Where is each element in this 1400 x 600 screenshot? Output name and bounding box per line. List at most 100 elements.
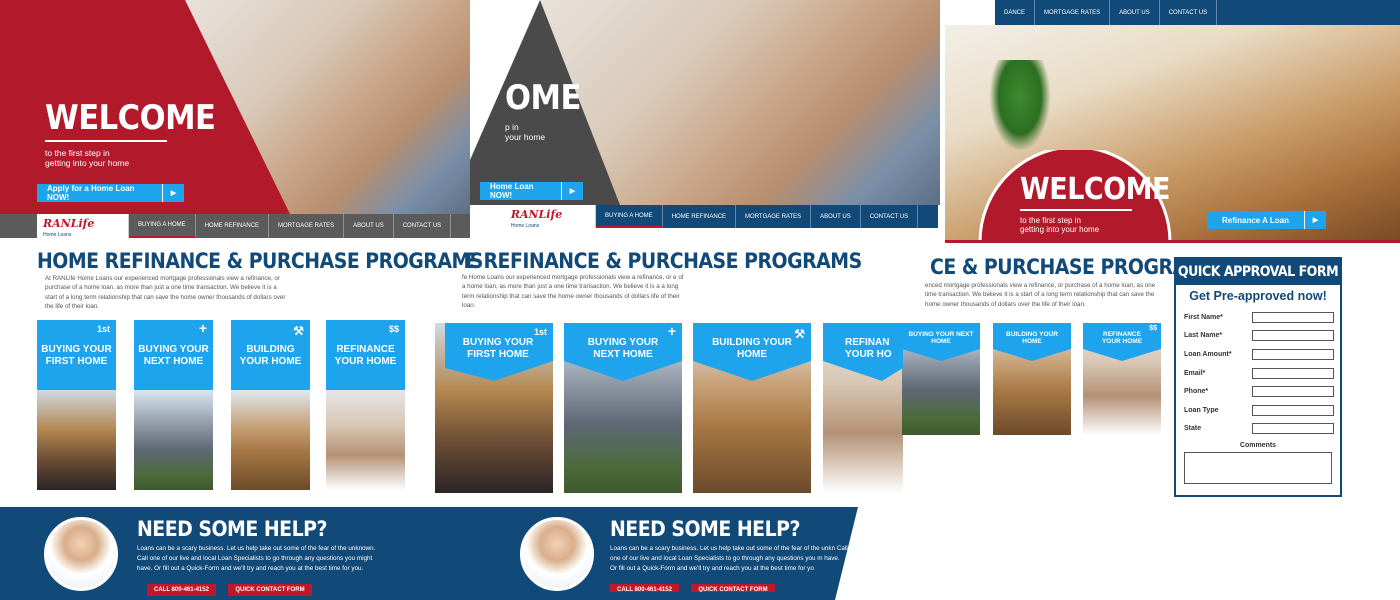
logo-text: RANLife — [510, 207, 563, 221]
card-building-3[interactable]: BUILDING YOUR HOME — [993, 323, 1071, 435]
hero-title: WELCOME — [45, 98, 216, 142]
nav-home-refinance[interactable]: HOME REFINANCE — [195, 214, 270, 238]
nav-mortgage-rates-2[interactable]: MORTGAGE RATES — [736, 205, 812, 228]
hero-tagline-2: getting into your home — [45, 158, 130, 168]
hero-red-rule-3 — [945, 240, 1400, 243]
loan-amount-input[interactable] — [1252, 348, 1334, 360]
card-first-home-2[interactable]: 1st BUYING YOUR FIRST HOME — [435, 323, 553, 493]
programs-intro-2: fe Home Loans our experienced mortgage p… — [462, 274, 684, 309]
card-first-home-1[interactable]: 1st BUYING YOUR FIRST HOME — [37, 320, 116, 490]
card-building-1[interactable]: ⚒ BUILDING YOUR HOME — [231, 320, 310, 490]
first-name-input[interactable] — [1252, 311, 1334, 323]
help-text: Loans can be a scary business. Let us he… — [137, 545, 376, 572]
hero-partial-block-2: OME p in your home — [505, 78, 581, 142]
card-label: BUILDING YOUR HOME — [239, 344, 302, 367]
card-photo — [134, 390, 213, 490]
main-nav-1: RANLife Home Loans BUYING A HOME HOME RE… — [0, 214, 470, 238]
card-refinance-3[interactable]: $$ REFINANCE YOUR HOME — [1083, 323, 1161, 435]
first-badge-icon: 1st — [96, 324, 110, 334]
programs-title-1: HOME REFINANCE & PURCHASE PROGRAMS — [37, 249, 483, 273]
email-label: Email* — [1184, 369, 1206, 377]
form-row-last-name: Last Name* — [1176, 327, 1340, 346]
agent-avatar — [44, 517, 118, 591]
card-label: REFINAN YOUR HO — [845, 337, 892, 360]
card-photo — [231, 390, 310, 490]
form-row-phone: Phone* — [1176, 382, 1340, 401]
card-building-2[interactable]: ⚒ BUILDING YOUR HOME — [693, 323, 811, 493]
card-photo — [37, 390, 116, 490]
nav-dance[interactable]: DANCE — [995, 0, 1036, 25]
loan-type-label: Loan Type — [1184, 406, 1219, 414]
apply-loan-button[interactable]: Apply for a Home Loan NOW! ▶ — [37, 184, 184, 202]
call-button-2[interactable]: CALL 800-461-4152 — [610, 584, 679, 592]
help-content-2: NEED SOME HELP? Loans can be a scary bus… — [610, 517, 848, 592]
card-label: BUILDING YOUR HOME — [712, 337, 792, 360]
comments-textarea[interactable] — [1184, 452, 1332, 485]
nav-contact-us[interactable]: CONTACT US — [393, 214, 452, 238]
card-refinance-2[interactable]: REFINAN YOUR HO — [823, 323, 903, 493]
arrow-right-icon: ▶ — [561, 182, 583, 200]
state-label: State — [1184, 425, 1202, 433]
nav-about-us-2[interactable]: ABOUT US — [811, 205, 861, 228]
refinance-loan-button[interactable]: Refinance A Loan ▶ — [1207, 211, 1326, 229]
loan-amount-label: Loan Amount* — [1184, 350, 1232, 358]
phone-input[interactable] — [1252, 386, 1334, 398]
form-title: QUICK APPROVAL FORM — [1176, 259, 1340, 285]
card-photo — [326, 390, 405, 490]
hero-tagline-1: to the first step in — [45, 148, 110, 158]
phone-label: Phone* — [1184, 388, 1209, 396]
card-label: BUYING YOUR NEXT HOME — [138, 344, 209, 367]
nav-contact-us-2[interactable]: CONTACT US — [861, 205, 919, 228]
state-select[interactable] — [1252, 423, 1334, 435]
nav-about-us-3[interactable]: ABOUT US — [1110, 0, 1160, 25]
logo-subtext: Home Loans — [510, 222, 540, 229]
hero-tagline-2-3: getting into your home — [1020, 225, 1100, 234]
card-label: REFINANCE YOUR HOME — [334, 344, 397, 367]
form-row-loan-type: Loan Type — [1176, 401, 1340, 420]
arrow-right-icon: ▶ — [1304, 211, 1326, 229]
form-subtitle: Get Pre-approved now! — [1189, 289, 1327, 303]
logo[interactable]: RANLife Home Loans — [37, 214, 129, 238]
loan-type-select[interactable] — [1252, 404, 1334, 416]
hero-tagline-1-3: to the first step in — [1020, 216, 1081, 225]
form-row-email: Email* — [1176, 364, 1340, 383]
hero-partial-title: OME — [505, 78, 581, 118]
quick-contact-button[interactable]: QUICK CONTACT FORM — [228, 584, 312, 597]
top-nav-3: DANCE MORTGAGE RATES ABOUT US CONTACT US — [995, 0, 1400, 25]
programs-intro-1: At RANLife Home Loans our experienced mo… — [45, 275, 286, 310]
card-next-home-3[interactable]: BUYING YOUR NEXT HOME — [902, 323, 980, 435]
agent-avatar-2 — [520, 517, 594, 591]
nav-home-refinance-2[interactable]: HOME REFINANCE — [663, 205, 737, 228]
logo-subtext: Home Loans — [43, 232, 72, 238]
refinance-loan-label: Refinance A Loan — [1222, 215, 1289, 225]
apply-loan-button-2[interactable]: Home Loan NOW! ▶ — [480, 182, 583, 200]
nav-mortgage-rates[interactable]: MORTGAGE RATES — [269, 214, 345, 238]
tools-icon: ⚒ — [293, 324, 304, 338]
apply-loan-label: Apply for a Home Loan NOW! — [47, 184, 135, 202]
hero-partial-tag-1: p in — [505, 122, 519, 132]
call-button[interactable]: CALL 800-461-4152 — [147, 584, 216, 597]
help-content-1: NEED SOME HELP? Loans can be a scary bus… — [137, 517, 387, 597]
email-input[interactable] — [1252, 367, 1334, 379]
card-next-home-2[interactable]: + BUYING YOUR NEXT HOME — [564, 323, 682, 493]
last-name-input[interactable] — [1252, 330, 1334, 342]
nav-about-us[interactable]: ABOUT US — [344, 214, 394, 238]
nav-mortgage-rates-3[interactable]: MORTGAGE RATES — [1035, 0, 1111, 25]
form-row-loan-amount: Loan Amount* — [1176, 345, 1340, 364]
apply-loan-label-2: Home Loan NOW! — [490, 182, 534, 200]
logo-text: RANLife — [43, 217, 95, 230]
form-row-first-name: First Name* — [1176, 308, 1340, 327]
nav-buying-home-2[interactable]: BUYING A HOME — [596, 205, 663, 228]
nav-contact-us-3[interactable]: CONTACT US — [1160, 0, 1218, 25]
quick-contact-button-2[interactable]: QUICK CONTACT FORM — [691, 584, 775, 592]
card-next-home-1[interactable]: + BUYING YOUR NEXT HOME — [134, 320, 213, 490]
quick-approval-form: QUICK APPROVAL FORM Get Pre-approved now… — [1174, 257, 1342, 497]
nav-buying-home[interactable]: BUYING A HOME — [129, 214, 196, 238]
logo-2[interactable]: RANLife Home Loans — [478, 205, 596, 229]
last-name-label: Last Name* — [1184, 332, 1223, 340]
hero-welcome-block-3: WELCOME to the first step in getting int… — [1020, 172, 1170, 234]
card-refinance-1[interactable]: $$ REFINANCE YOUR HOME — [326, 320, 405, 490]
help-text: Loans can be a scary business. Let us he… — [610, 545, 848, 572]
arrow-right-icon: ▶ — [162, 184, 184, 202]
hero-welcome-block-1: WELCOME to the first step in getting int… — [45, 98, 216, 168]
